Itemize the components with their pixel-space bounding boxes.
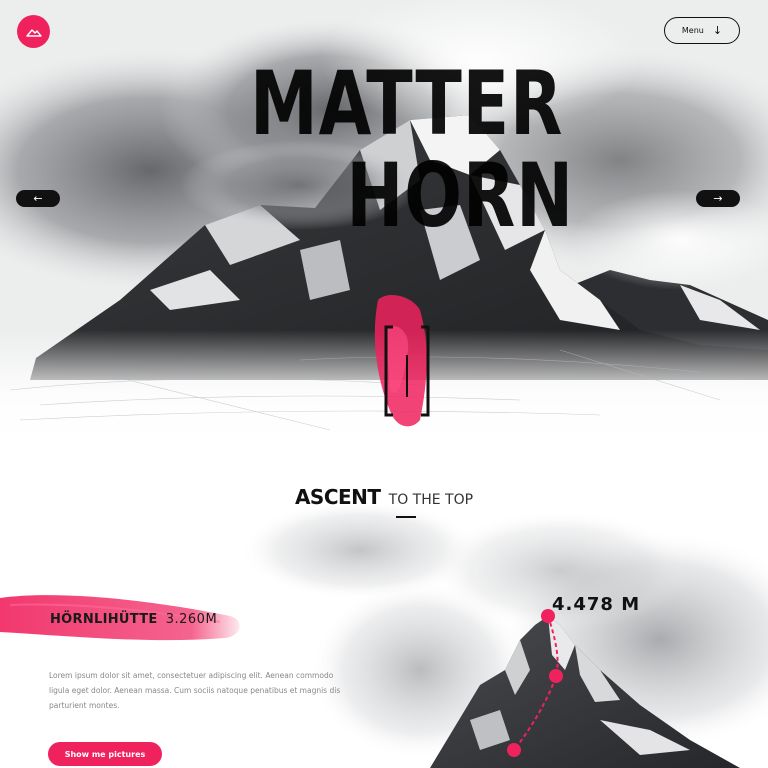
next-slide-button[interactable]: →: [696, 190, 740, 207]
mountain-icon: [25, 28, 42, 37]
ascent-description: Lorem ipsum dolor sit amet, consectetuer…: [49, 671, 341, 710]
summit-altitude: 4.478 M: [552, 594, 641, 615]
title-line-2: HORN: [346, 144, 575, 247]
prev-slide-button[interactable]: ←: [16, 190, 60, 207]
waypoint-altitude: 3.260M: [165, 612, 218, 627]
ascent-title-light: TO THE TOP: [388, 492, 474, 508]
page-title: MATTER HORN: [250, 58, 574, 242]
title-line-1: MATTER: [250, 52, 564, 155]
logo-button[interactable]: [17, 15, 50, 48]
arrow-left-icon: ←: [33, 192, 43, 205]
arrow-right-icon: →: [713, 192, 723, 205]
waypoint-label: HÖRNLIHÜTTE 3.260M: [50, 612, 217, 627]
heading-underline: [396, 516, 416, 518]
menu-button[interactable]: Menu ↓: [664, 17, 740, 44]
brackets-icon: [384, 325, 430, 417]
ascent-title-strong: ASCENT: [294, 485, 381, 509]
hero-section: Menu ↓ MATTER HORN ← →: [0, 0, 768, 440]
ascent-heading: ASCENT TO THE TOP: [0, 485, 768, 509]
waypoint-name: HÖRNLIHÜTTE: [50, 612, 158, 627]
menu-label: Menu: [681, 26, 704, 35]
arrow-down-icon: ↓: [712, 24, 723, 37]
show-pictures-button[interactable]: Show me pictures: [48, 742, 162, 766]
